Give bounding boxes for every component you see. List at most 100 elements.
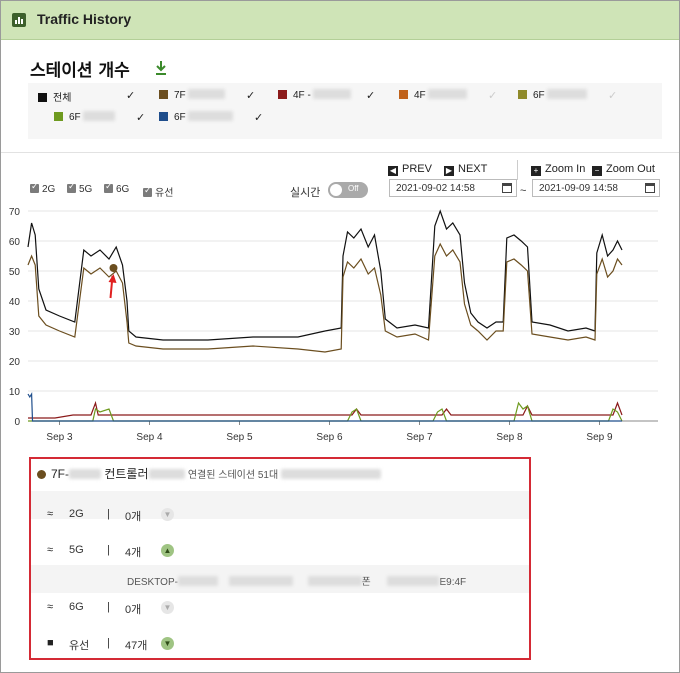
x-tick-label: Sep 5: [226, 432, 253, 443]
check-icon: ✓: [136, 112, 146, 124]
y-tick-label: 10: [9, 387, 21, 398]
redacted-text: [427, 89, 467, 99]
redacted-text: [148, 469, 185, 479]
filter-5g[interactable]: 5G: [67, 181, 92, 195]
redacted-text: [187, 111, 233, 121]
nav-separator: [517, 160, 518, 180]
expand-down-icon[interactable]: ▼: [161, 508, 174, 521]
x-tick-label: Sep 9: [586, 432, 613, 443]
band-row-2g: ≈ 2G | 0개 ▼: [31, 500, 529, 528]
band-row-wired: ■ 유선 | 47개 ▼: [31, 629, 529, 657]
series-dot: [37, 470, 46, 479]
legend-label: 7F: [174, 90, 186, 101]
legend-label: 6F: [533, 90, 545, 101]
station-detail-panel: 7F- 컨트롤러 연결된 스테이션 51대 ≈ 2G | 0개 ▼ ≈ 5G |…: [29, 457, 531, 660]
expand-down-icon[interactable]: ▼: [161, 637, 174, 650]
client-row[interactable]: DESKTOP- 폰 E9:4F: [31, 565, 529, 593]
legend-item[interactable]: 4F - ✓: [278, 89, 378, 105]
y-tick-label: 40: [9, 297, 21, 308]
collapse-up-icon[interactable]: ▲: [161, 544, 174, 557]
annotation-arrowhead: [108, 274, 117, 283]
divider: [1, 152, 679, 153]
chevron-left-icon: ◀: [388, 166, 398, 176]
detail-header: 7F- 컨트롤러 연결된 스테이션 51대: [37, 465, 382, 482]
y-tick-label: 30: [9, 327, 21, 338]
legend-swatch: [159, 112, 168, 121]
toggle-knob: [330, 184, 342, 196]
wifi-icon: ≈: [47, 544, 54, 556]
x-tick-label: Sep 7: [406, 432, 433, 443]
legend-swatch: [278, 90, 287, 99]
check-icon: ✓: [366, 90, 376, 102]
redacted-text: [546, 89, 587, 99]
legend-label: 6F: [69, 112, 81, 123]
calendar-icon[interactable]: [645, 183, 655, 193]
section-title: 스테이션 개수: [30, 61, 130, 81]
legend-label: 4F -: [293, 90, 311, 101]
zoom-in-button[interactable]: + Zoom In: [531, 163, 585, 176]
y-tick-label: 0: [14, 417, 20, 428]
series-line: [28, 400, 623, 419]
end-date-input[interactable]: 2021-09-09 14:58: [532, 179, 660, 197]
check-icon: ✓: [608, 90, 618, 102]
y-tick-label: 20: [9, 357, 21, 368]
calendar-icon[interactable]: [502, 183, 512, 193]
download-icon[interactable]: [154, 60, 168, 76]
legend-item[interactable]: 4F ✓: [399, 89, 500, 105]
legend-swatch: [399, 90, 408, 99]
legend-swatch: [518, 90, 527, 99]
checkbox-icon[interactable]: [30, 181, 39, 193]
redacted-text: [307, 576, 362, 586]
y-tick-label: 50: [9, 267, 21, 278]
legend-swatch: [54, 112, 63, 121]
redacted-text: [69, 469, 101, 479]
chevron-right-icon: ▶: [444, 166, 454, 176]
check-icon: ✓: [488, 90, 498, 102]
filter-2g[interactable]: 2G: [30, 181, 55, 195]
title-bar: Traffic History: [1, 1, 679, 40]
series-line: [27, 391, 622, 422]
checkbox-icon[interactable]: [104, 181, 113, 193]
legend-label: 6F: [174, 112, 186, 123]
legend-item[interactable]: 6F ✓: [518, 89, 620, 105]
date-range-separator: ~: [520, 185, 527, 197]
redacted-text: [82, 111, 115, 121]
checkbox-icon[interactable]: [67, 181, 76, 193]
series-line: [27, 209, 623, 341]
band-row-5g: ≈ 5G | 4개 ▲: [31, 536, 529, 564]
filter-wired[interactable]: 유선: [143, 184, 173, 199]
redacted-text: [281, 469, 382, 479]
filter-6g[interactable]: 6G: [104, 181, 129, 195]
wifi-icon: ≈: [47, 508, 54, 520]
checkbox-icon[interactable]: [143, 185, 152, 197]
plus-icon: +: [531, 166, 541, 176]
app-title: Traffic History: [37, 11, 132, 27]
zoom-out-button[interactable]: − Zoom Out: [592, 163, 655, 176]
legend-label: 4F: [414, 90, 426, 101]
client-info: DESKTOP- 폰 E9:4F: [127, 576, 467, 588]
band-row-6g: ≈ 6G | 0개 ▼: [31, 593, 529, 621]
legend-swatch: [159, 90, 168, 99]
next-button[interactable]: ▶ NEXT: [444, 163, 487, 176]
toggle-label: Off: [348, 184, 359, 193]
legend-item[interactable]: 전체 ✓: [38, 89, 138, 105]
legend-swatch: [38, 93, 47, 102]
monitor-icon: ■: [47, 637, 54, 649]
check-icon: ✓: [254, 112, 264, 124]
start-date-input[interactable]: 2021-09-02 14:58: [389, 179, 517, 197]
line-chart[interactable]: 0 10 20 30 40 50 60 70 Sep 3 Sep 4 Sep 5 Sep 6 Sep 7…: [0, 200, 680, 450]
redacted-text: [312, 89, 351, 99]
legend-item[interactable]: 6F ✓: [54, 111, 148, 127]
realtime-toggle[interactable]: Off: [328, 182, 368, 198]
x-tick-label: Sep 6: [316, 432, 343, 443]
legend-item[interactable]: 7F ✓: [159, 89, 258, 105]
redacted-text: [187, 89, 225, 99]
series-line: [28, 401, 623, 422]
prev-button[interactable]: ◀ PREV: [388, 163, 432, 176]
legend-item[interactable]: 6F ✓: [159, 111, 266, 127]
redacted-text: [387, 576, 440, 586]
series-marker: [109, 264, 118, 272]
expand-down-icon[interactable]: ▼: [161, 601, 174, 614]
wifi-icon: ≈: [47, 601, 54, 613]
minus-icon: −: [592, 166, 602, 176]
